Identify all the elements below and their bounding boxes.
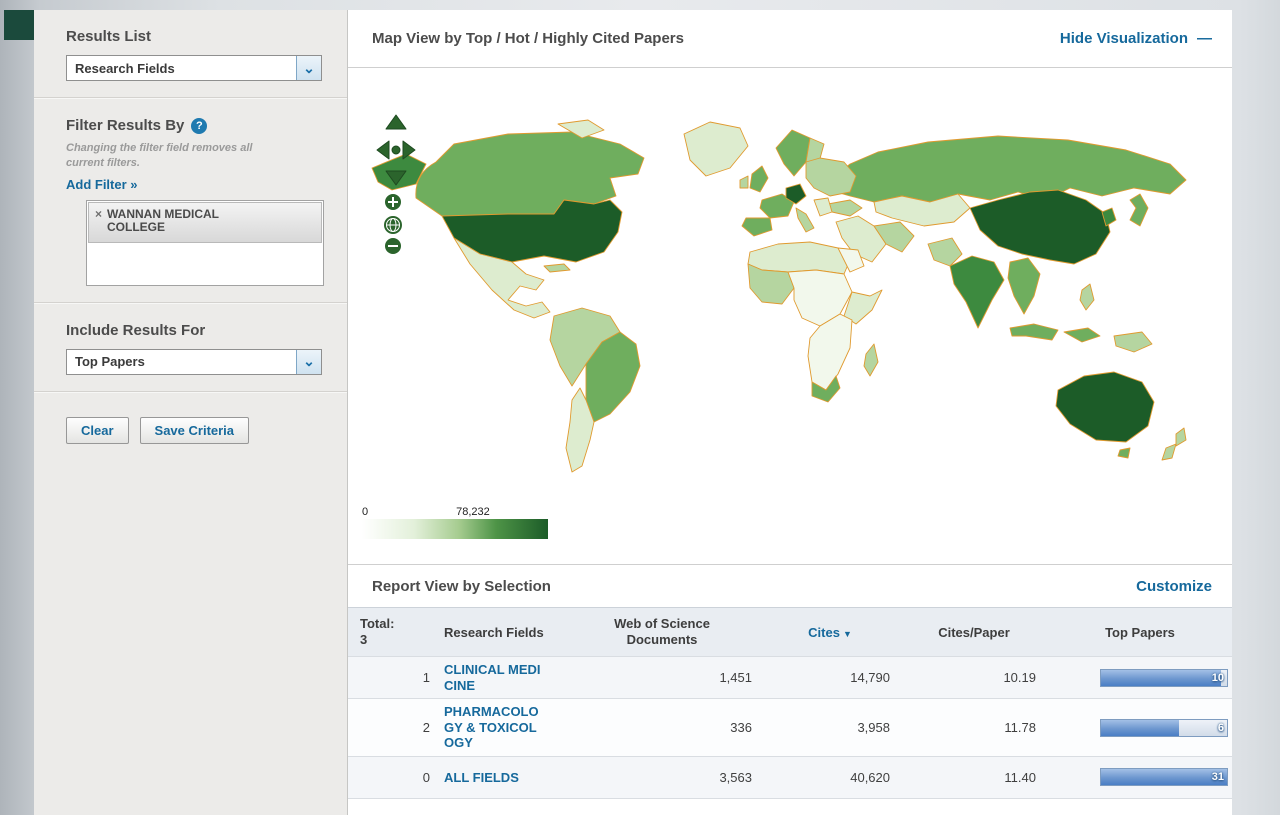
include-results-select[interactable]: Top Papers ⌄ bbox=[66, 349, 322, 375]
table-row: 0 ALL FIELDS 3,563 40,620 11.40 31 bbox=[348, 757, 1232, 799]
col-research-fields[interactable]: Research Fields bbox=[436, 625, 564, 640]
docs-cell: 3,563 bbox=[564, 770, 760, 785]
logo-mark bbox=[4, 10, 34, 40]
field-link[interactable]: ALL FIELDS bbox=[444, 770, 546, 786]
chevron-down-icon[interactable]: ⌄ bbox=[296, 56, 321, 80]
report-view-title: Report View by Selection bbox=[372, 578, 551, 595]
rank-cell: 2 bbox=[348, 720, 436, 735]
continent-south-america[interactable] bbox=[550, 308, 640, 472]
cpp-cell: 11.40 bbox=[900, 770, 1048, 785]
top-papers-bar: 10 bbox=[1100, 669, 1228, 687]
top-papers-bar: 6 bbox=[1100, 719, 1228, 737]
include-results-label: Include Results For bbox=[66, 322, 325, 339]
cites-cell: 40,620 bbox=[760, 770, 900, 785]
rank-cell: 0 bbox=[348, 770, 436, 785]
main-panel: Map View by Top / Hot / Highly Cited Pap… bbox=[348, 10, 1232, 815]
continent-asia[interactable] bbox=[828, 136, 1186, 352]
customize-link[interactable]: Customize bbox=[1136, 578, 1212, 595]
cpp-cell: 11.78 bbox=[900, 720, 1048, 735]
results-list-select[interactable]: Research Fields ⌄ bbox=[66, 55, 322, 81]
pan-center-button[interactable] bbox=[392, 146, 400, 154]
cpp-cell: 10.19 bbox=[900, 670, 1048, 685]
save-criteria-button[interactable]: Save Criteria bbox=[140, 417, 250, 444]
cites-cell: 14,790 bbox=[760, 670, 900, 685]
chevron-glyph: ⌄ bbox=[303, 60, 315, 77]
continent-north-america[interactable] bbox=[372, 120, 748, 318]
continent-oceania[interactable] bbox=[1056, 372, 1186, 460]
top-papers-bar: 31 bbox=[1100, 768, 1228, 786]
total-value: 3 bbox=[360, 632, 430, 648]
results-list-label: Results List bbox=[66, 28, 325, 45]
col-wos-documents[interactable]: Web of Science Documents bbox=[564, 616, 760, 649]
top-papers-value: 31 bbox=[1212, 771, 1224, 783]
legend-min-value: 0 bbox=[362, 506, 368, 519]
rank-cell: 1 bbox=[348, 670, 436, 685]
include-results-selected-value: Top Papers bbox=[67, 354, 296, 369]
add-filter-link[interactable]: Add Filter » bbox=[66, 177, 138, 192]
filter-tag-label: WANNAN MEDICAL COLLEGE bbox=[107, 208, 257, 236]
pan-up-button[interactable] bbox=[386, 115, 406, 129]
world-map-area: 0 78,232 bbox=[348, 68, 1232, 565]
field-link[interactable]: PHARMACOLOGY & TOXICOLOGY bbox=[444, 704, 546, 751]
include-results-section: Include Results For Top Papers ⌄ bbox=[34, 304, 347, 391]
top-papers-bar-fill bbox=[1101, 769, 1227, 785]
continent-africa[interactable] bbox=[748, 242, 882, 402]
legend-gradient-bar bbox=[362, 519, 548, 539]
pan-left-button[interactable] bbox=[377, 141, 389, 159]
table-header-row: Total: 3 Research Fields Web of Science … bbox=[348, 607, 1232, 657]
top-papers-bar-fill bbox=[1101, 720, 1179, 736]
filter-results-by-label: Filter Results By bbox=[66, 117, 184, 134]
report-view-header: Report View by Selection Customize bbox=[348, 565, 1232, 607]
cites-label: Cites bbox=[808, 625, 840, 640]
map-pan-control[interactable] bbox=[376, 114, 416, 186]
total-label: Total: bbox=[360, 616, 430, 632]
world-map[interactable] bbox=[358, 104, 1223, 499]
legend-max-value: 78,232 bbox=[456, 506, 490, 519]
filter-section: Filter Results By ? Changing the filter … bbox=[34, 99, 347, 302]
map-zoom-control[interactable] bbox=[382, 194, 404, 254]
table-row: 2 PHARMACOLOGY & TOXICOLOGY 336 3,958 11… bbox=[348, 699, 1232, 757]
help-icon[interactable]: ? bbox=[191, 118, 207, 134]
col-cites-sorted[interactable]: Cites▼ bbox=[760, 625, 900, 640]
sidebar-buttons: Clear Save Criteria bbox=[34, 393, 347, 460]
map-view-title: Map View by Top / Hot / Highly Cited Pap… bbox=[372, 30, 684, 47]
filter-tag: × WANNAN MEDICAL COLLEGE bbox=[88, 202, 322, 244]
sort-desc-icon: ▼ bbox=[843, 629, 852, 639]
top-papers-value: 6 bbox=[1218, 722, 1224, 734]
continent-europe[interactable] bbox=[740, 130, 856, 236]
docs-cell: 1,451 bbox=[564, 670, 760, 685]
pan-right-button[interactable] bbox=[403, 141, 415, 159]
clear-button[interactable]: Clear bbox=[66, 417, 129, 444]
map-legend: 0 78,232 bbox=[362, 506, 548, 539]
cites-cell: 3,958 bbox=[760, 720, 900, 735]
minimize-icon: — bbox=[1197, 30, 1212, 47]
hide-visualization-label: Hide Visualization bbox=[1060, 30, 1188, 47]
map-view-header: Map View by Top / Hot / Highly Cited Pap… bbox=[348, 10, 1232, 68]
total-header: Total: 3 bbox=[348, 616, 436, 649]
remove-filter-icon[interactable]: × bbox=[95, 208, 102, 221]
chevron-glyph: ⌄ bbox=[303, 353, 315, 370]
pan-down-button[interactable] bbox=[386, 171, 406, 185]
esi-app: Results List Research Fields ⌄ Filter Re… bbox=[0, 0, 1280, 815]
top-papers-bar-fill bbox=[1101, 670, 1221, 686]
docs-cell: 336 bbox=[564, 720, 760, 735]
hide-visualization-link[interactable]: Hide Visualization — bbox=[1060, 30, 1212, 47]
sidebar: Results List Research Fields ⌄ Filter Re… bbox=[34, 10, 348, 815]
chevron-down-icon[interactable]: ⌄ bbox=[296, 350, 321, 374]
report-table: Total: 3 Research Fields Web of Science … bbox=[348, 607, 1232, 799]
table-row: 1 CLINICAL MEDICINE 1,451 14,790 10.19 1… bbox=[348, 657, 1232, 699]
field-link[interactable]: CLINICAL MEDICINE bbox=[444, 662, 546, 693]
active-filters-box: × WANNAN MEDICAL COLLEGE bbox=[86, 200, 324, 286]
results-list-selected-value: Research Fields bbox=[67, 61, 296, 76]
filter-note-text: Changing the filter field removes all cu… bbox=[66, 141, 280, 171]
col-top-papers[interactable]: Top Papers bbox=[1048, 625, 1232, 640]
top-papers-value: 10 bbox=[1212, 672, 1224, 684]
col-cites-per-paper[interactable]: Cites/Paper bbox=[900, 625, 1048, 640]
results-list-section: Results List Research Fields ⌄ bbox=[34, 10, 347, 97]
